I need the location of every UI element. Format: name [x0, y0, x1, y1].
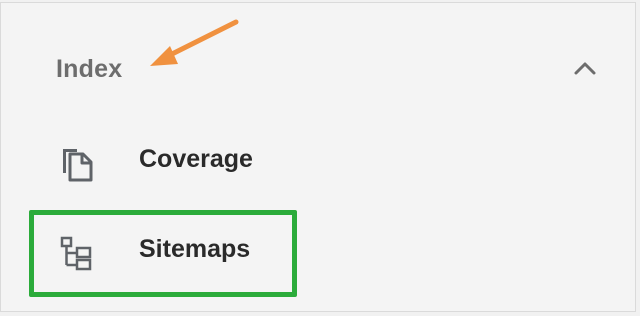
arrow-annotation-icon — [150, 19, 239, 66]
nav-item-label: Coverage — [139, 145, 253, 173]
page: Index Coverage Sitemaps — [0, 0, 640, 316]
section-title: Index — [56, 55, 123, 83]
collapse-section-button[interactable] — [561, 49, 609, 89]
section-header-index[interactable]: Index — [1, 39, 637, 99]
nav-item-coverage[interactable]: Coverage — [41, 131, 296, 191]
pages-copy-icon — [57, 143, 97, 183]
chevron-up-icon — [574, 62, 596, 75]
highlight-box-annotation — [29, 210, 297, 297]
